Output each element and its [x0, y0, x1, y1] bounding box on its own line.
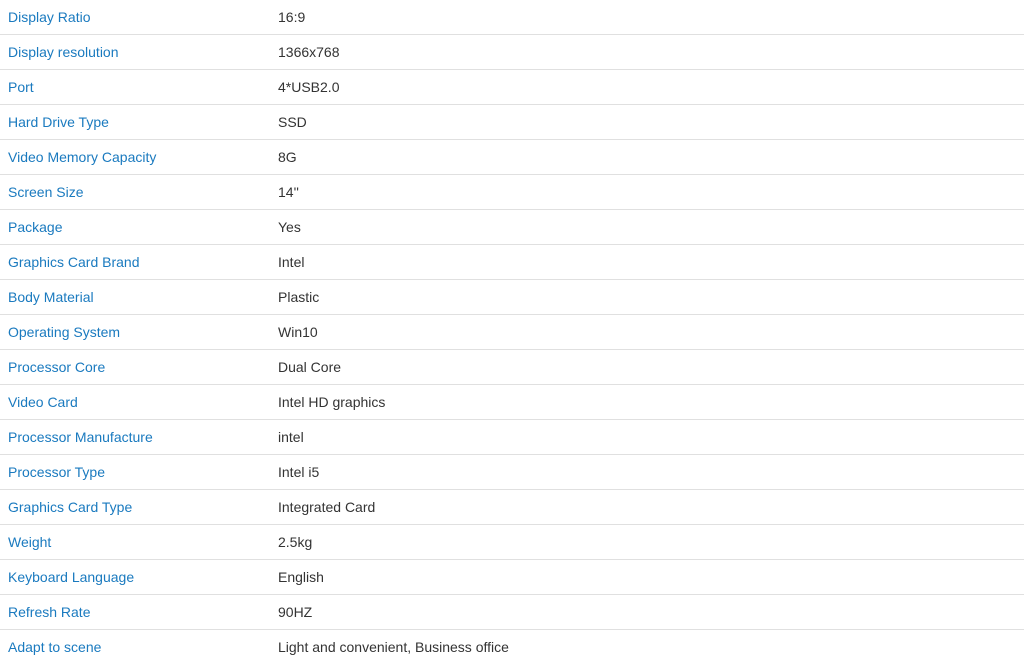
table-row: Video CardIntel HD graphics	[0, 385, 1024, 420]
table-row: Keyboard LanguageEnglish	[0, 560, 1024, 595]
spec-label: Screen Size	[0, 175, 270, 210]
spec-label: Body Material	[0, 280, 270, 315]
table-row: Display resolution1366x768	[0, 35, 1024, 70]
spec-label: Processor Core	[0, 350, 270, 385]
spec-label: Display Ratio	[0, 0, 270, 35]
spec-value: 90HZ	[270, 595, 1024, 630]
table-row: Hard Drive TypeSSD	[0, 105, 1024, 140]
spec-label: Adapt to scene	[0, 630, 270, 664]
table-row: PackageYes	[0, 210, 1024, 245]
spec-label: Processor Manufacture	[0, 420, 270, 455]
table-row: Graphics Card BrandIntel	[0, 245, 1024, 280]
table-row: Video Memory Capacity8G	[0, 140, 1024, 175]
table-row: Adapt to sceneLight and convenient, Busi…	[0, 630, 1024, 664]
spec-value: Yes	[270, 210, 1024, 245]
table-row: Operating SystemWin10	[0, 315, 1024, 350]
table-row: Port4*USB2.0	[0, 70, 1024, 105]
table-row: Processor TypeIntel i5	[0, 455, 1024, 490]
table-row: Processor CoreDual Core	[0, 350, 1024, 385]
table-row: Screen Size14''	[0, 175, 1024, 210]
spec-label: Keyboard Language	[0, 560, 270, 595]
spec-label: Graphics Card Brand	[0, 245, 270, 280]
table-row: Display Ratio16:9	[0, 0, 1024, 35]
spec-value: SSD	[270, 105, 1024, 140]
spec-label: Port	[0, 70, 270, 105]
spec-value: intel	[270, 420, 1024, 455]
table-row: Processor Manufactureintel	[0, 420, 1024, 455]
spec-value: 1366x768	[270, 35, 1024, 70]
specs-table: Display Ratio16:9Display resolution1366x…	[0, 0, 1024, 664]
spec-label: Processor Type	[0, 455, 270, 490]
spec-value: Light and convenient, Business office	[270, 630, 1024, 664]
spec-label: Video Memory Capacity	[0, 140, 270, 175]
table-row: Weight2.5kg	[0, 525, 1024, 560]
spec-value: 14''	[270, 175, 1024, 210]
spec-label: Package	[0, 210, 270, 245]
spec-value: Dual Core	[270, 350, 1024, 385]
spec-value: Intel i5	[270, 455, 1024, 490]
spec-label: Operating System	[0, 315, 270, 350]
table-row: Graphics Card TypeIntegrated Card	[0, 490, 1024, 525]
spec-label: Weight	[0, 525, 270, 560]
spec-label: Display resolution	[0, 35, 270, 70]
spec-label: Refresh Rate	[0, 595, 270, 630]
spec-label: Video Card	[0, 385, 270, 420]
spec-value: 4*USB2.0	[270, 70, 1024, 105]
spec-value: Intel	[270, 245, 1024, 280]
spec-value: Intel HD graphics	[270, 385, 1024, 420]
spec-value: Win10	[270, 315, 1024, 350]
spec-value: 8G	[270, 140, 1024, 175]
spec-label: Graphics Card Type	[0, 490, 270, 525]
spec-value: English	[270, 560, 1024, 595]
table-row: Body MaterialPlastic	[0, 280, 1024, 315]
spec-label: Hard Drive Type	[0, 105, 270, 140]
table-row: Refresh Rate90HZ	[0, 595, 1024, 630]
spec-value: Plastic	[270, 280, 1024, 315]
spec-value: Integrated Card	[270, 490, 1024, 525]
spec-value: 2.5kg	[270, 525, 1024, 560]
spec-value: 16:9	[270, 0, 1024, 35]
